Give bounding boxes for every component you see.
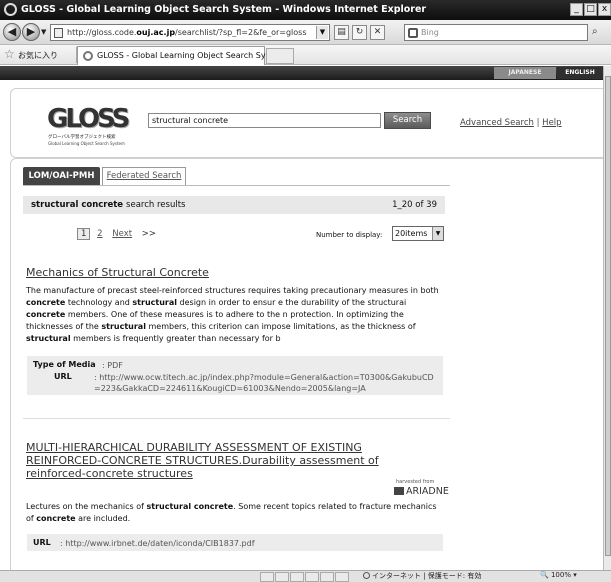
page-1-current: 1 bbox=[77, 228, 91, 240]
web-search-icon[interactable]: ⌕ bbox=[592, 26, 598, 37]
address-bar: ◀ ▶ ▼ http://gloss.code.ouj.ac.jp/search… bbox=[0, 20, 611, 45]
globe-icon bbox=[363, 572, 370, 579]
display-count-select[interactable]: 20items ▼ bbox=[392, 226, 444, 241]
logo-text: GLOSS bbox=[47, 104, 130, 134]
result-1-title-link[interactable]: Mechanics of Structural Concrete bbox=[26, 266, 209, 279]
results-count: 1_20 of 39 bbox=[392, 200, 437, 210]
back-button[interactable]: ◀ bbox=[3, 23, 21, 41]
result-2-title-link[interactable]: MULTI-HIERARCHICAL DURABILITY ASSESSMENT… bbox=[26, 441, 426, 480]
help-link[interactable]: Help bbox=[542, 118, 561, 128]
web-search-input[interactable]: Bing bbox=[404, 24, 588, 41]
logo-subtitle-en: Global Learning Object Search System bbox=[48, 141, 125, 146]
minimize-button[interactable]: _ bbox=[570, 3, 583, 16]
search-button[interactable]: Search bbox=[384, 112, 431, 129]
link-separator: | bbox=[536, 118, 540, 128]
favorites-label[interactable]: お気に入り bbox=[18, 50, 58, 61]
result-1-metadata: Type of Media : PDF URL : http://www.ocw… bbox=[27, 356, 443, 395]
new-tab-button[interactable] bbox=[266, 48, 294, 64]
english-link[interactable]: ENGLISH bbox=[557, 67, 603, 79]
favorites-star-icon[interactable]: ☆ bbox=[4, 47, 15, 61]
ariadne-source: ARIADNE bbox=[394, 486, 449, 497]
status-pane bbox=[260, 572, 274, 582]
history-dropdown-icon[interactable]: ▼ bbox=[41, 28, 46, 36]
vertical-scrollbar[interactable] bbox=[603, 66, 611, 570]
advanced-search-link[interactable]: Advanced Search bbox=[460, 118, 534, 128]
language-bar: JAPANESE ENGLISH bbox=[0, 66, 603, 80]
status-pane bbox=[335, 572, 349, 582]
next-page-link[interactable]: Next bbox=[112, 229, 132, 239]
page-icon bbox=[54, 28, 63, 38]
gloss-logo: GLOSS グローバル学習オブジェクト検索 Global Learning Ob… bbox=[47, 104, 130, 152]
result-1-url[interactable]: : http://www.ocw.titech.ac.jp/index.php?… bbox=[94, 372, 439, 394]
result-2-url[interactable]: : http://www.irbnet.de/daten/iconda/CIB1… bbox=[60, 538, 255, 549]
header-links: Advanced Search | Help bbox=[460, 118, 562, 128]
zoom-level[interactable]: 🔍 100% ▾ bbox=[540, 571, 577, 579]
status-pane bbox=[275, 572, 289, 582]
tab-lom-oai-pmh[interactable]: LOM/OAI-PMH bbox=[23, 167, 100, 185]
harvested-from-label: harvested from bbox=[396, 479, 435, 485]
status-bar: インターネット | 保護モード: 有効 🔍 100% ▾ bbox=[0, 570, 611, 582]
maximize-button[interactable]: □ bbox=[584, 3, 597, 16]
media-type-value: : PDF bbox=[102, 361, 123, 370]
next-arrows: >> bbox=[141, 229, 157, 239]
url-dropdown-icon[interactable]: ▼ bbox=[316, 26, 328, 39]
japanese-link[interactable]: JAPANESE bbox=[494, 67, 556, 79]
url-label: URL bbox=[33, 538, 51, 547]
results-heading: structural concrete search results bbox=[31, 200, 186, 210]
window-title-bar: GLOSS - Global Learning Object Search Sy… bbox=[0, 0, 611, 20]
logo-subtitle-jp: グローバル学習オブジェクト検索 bbox=[48, 135, 116, 140]
display-count-label: Number to display: bbox=[316, 231, 383, 239]
status-pane bbox=[305, 572, 319, 582]
favorites-bar: ☆ お気に入り GLOSS - Global Learning Object S… bbox=[0, 45, 611, 65]
status-panes bbox=[260, 572, 349, 582]
bing-icon bbox=[408, 28, 418, 38]
refresh-icon[interactable]: ↻ bbox=[352, 25, 367, 40]
close-button[interactable]: x bbox=[598, 3, 611, 16]
window-controls: _ □ x bbox=[570, 3, 611, 16]
page-viewport: JAPANESE ENGLISH GLOSS グローバル学習オブジェクト検索 G… bbox=[0, 66, 603, 570]
search-input[interactable]: structural concrete bbox=[148, 113, 381, 128]
forward-button[interactable]: ▶ bbox=[22, 23, 40, 41]
tab-underline bbox=[23, 185, 450, 186]
chevron-down-icon: ▼ bbox=[432, 227, 443, 240]
stop-icon[interactable]: ✕ bbox=[370, 25, 385, 40]
security-zone[interactable]: インターネット | 保護モード: 有効 bbox=[363, 571, 481, 581]
result-divider bbox=[23, 418, 450, 419]
result-1-description: The manufacture of precast steel-reinfor… bbox=[26, 286, 439, 343]
url-label: URL bbox=[54, 372, 72, 381]
tab-federated-search[interactable]: Federated Search bbox=[102, 167, 186, 185]
compat-view-icon[interactable]: ▤ bbox=[334, 25, 349, 40]
media-type-label: Type of Media bbox=[33, 360, 96, 369]
url-text: http://gloss.code.ouj.ac.jp/searchlist/?… bbox=[67, 28, 307, 37]
page-2-link[interactable]: 2 bbox=[97, 229, 102, 239]
pagination: 1 2 Next >> bbox=[77, 228, 156, 240]
url-field[interactable]: http://gloss.code.ouj.ac.jp/searchlist/?… bbox=[50, 24, 330, 41]
status-pane bbox=[320, 572, 334, 582]
results-summary-bar: structural concrete search results 1_20 … bbox=[23, 196, 445, 214]
ariadne-logo-icon bbox=[394, 487, 404, 495]
result-2-description: Lectures on the mechanics of structural … bbox=[26, 502, 437, 523]
browser-tab[interactable]: GLOSS - Global Learning Object Search Sy… bbox=[77, 46, 286, 65]
result-2-metadata: URL : http://www.irbnet.de/daten/iconda/… bbox=[27, 534, 443, 551]
status-pane bbox=[290, 572, 304, 582]
ie-logo-icon bbox=[4, 3, 17, 16]
tab-favicon-icon bbox=[83, 51, 93, 61]
window-title: GLOSS - Global Learning Object Search Sy… bbox=[21, 4, 427, 15]
scrollbar-thumb[interactable] bbox=[605, 76, 611, 556]
